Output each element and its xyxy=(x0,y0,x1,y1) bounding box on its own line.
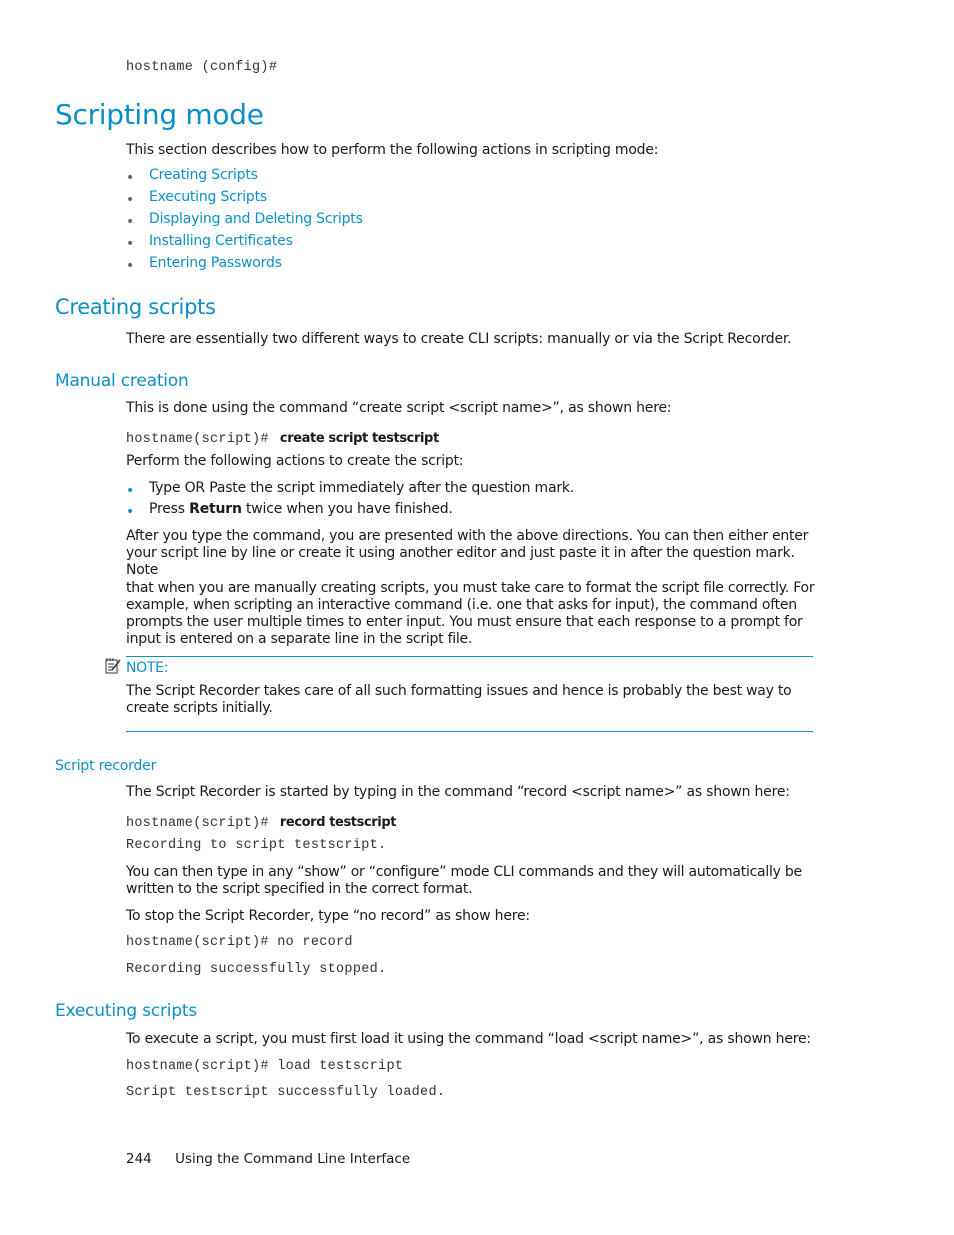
code-line-load: hostname(script)# load testscript xyxy=(126,1059,404,1074)
toc-item: • Displaying and Deleting Scripts xyxy=(126,211,363,230)
toc-item: • Entering Passwords xyxy=(126,255,282,274)
page-footer: 244 Using the Command Line Interface xyxy=(126,1151,410,1167)
recorder-intro: The Script Recorder is started by typing… xyxy=(126,784,790,800)
code-line-config-prompt: hostname (config)# xyxy=(126,60,278,75)
chapter-title: Using the Command Line Interface xyxy=(175,1151,411,1167)
bullet-icon: • xyxy=(126,214,135,230)
code-line-create-script: hostname(script)# create script testscri… xyxy=(126,427,439,447)
bullet-icon: • xyxy=(126,504,135,520)
step-text-pre: Press xyxy=(149,501,190,517)
toc-item: • Executing Scripts xyxy=(126,189,267,208)
toc-item: • Installing Certificates xyxy=(126,233,293,252)
steps-intro: Perform the following actions to create … xyxy=(126,453,464,469)
code-prompt: hostname(script)# xyxy=(126,432,269,447)
bullet-icon: • xyxy=(126,192,135,208)
paragraph-line: your script line by line or create it us… xyxy=(126,545,795,579)
note-top-rule xyxy=(126,656,813,657)
paragraph-line: input is entered on a separate line in t… xyxy=(126,631,473,648)
toc-link-creating-scripts[interactable]: Creating Scripts xyxy=(149,167,258,183)
code-output-stopped: Recording successfully stopped. xyxy=(126,962,387,977)
step-text: Press Return twice when you have finishe… xyxy=(149,501,453,517)
toc-item: • Creating Scripts xyxy=(126,167,258,186)
code-command: record testscript xyxy=(279,815,397,830)
paragraph-line: that when you are manually creating scri… xyxy=(126,579,815,596)
step-text-bold: Return xyxy=(189,501,242,517)
toc-link-entering-passwords[interactable]: Entering Passwords xyxy=(149,255,282,271)
executing-intro: To execute a script, you must first load… xyxy=(126,1031,811,1047)
toc-link-installing-certificates[interactable]: Installing Certificates xyxy=(149,233,293,249)
paragraph-line: example, when scripting an interactive c… xyxy=(126,596,797,613)
manual-paragraph: After you type the command, you are pres… xyxy=(126,528,826,648)
code-line-record: hostname(script)# record testscript xyxy=(126,811,396,831)
step-text-post: twice when you have finished. xyxy=(241,501,453,517)
paragraph-line: prompts the user multiple times to enter… xyxy=(126,614,803,631)
note-label: NOTE: xyxy=(126,660,169,676)
heading-creating-scripts: Creating scripts xyxy=(55,295,216,319)
toc-link-executing-scripts[interactable]: Executing Scripts xyxy=(149,189,267,205)
manual-intro: This is done using the command “create s… xyxy=(126,400,672,416)
bullet-icon: • xyxy=(126,170,135,186)
creating-intro: There are essentially two different ways… xyxy=(126,331,792,347)
paragraph-line: written to the script specified in the c… xyxy=(126,881,473,898)
page-title: Scripting mode xyxy=(55,98,264,131)
step-item: • Type OR Paste the script immediately a… xyxy=(126,480,574,499)
note-text: The Script Recorder takes care of all su… xyxy=(126,683,826,717)
paragraph-line: You can then type in any “show” or “conf… xyxy=(126,864,802,880)
code-line-no-record: hostname(script)# no record xyxy=(126,935,353,950)
note-line: The Script Recorder takes care of all su… xyxy=(126,683,792,699)
step-text: Type OR Paste the script immediately aft… xyxy=(149,480,575,496)
heading-executing-scripts: Executing scripts xyxy=(55,1001,198,1021)
step-item: • Press Return twice when you have finis… xyxy=(126,501,453,520)
toc-link-displaying-deleting[interactable]: Displaying and Deleting Scripts xyxy=(149,211,363,227)
intro-text: This section describes how to perform th… xyxy=(126,142,659,158)
paragraph-line: After you type the command, you are pres… xyxy=(126,528,809,544)
heading-manual-creation: Manual creation xyxy=(55,371,189,391)
bullet-icon: • xyxy=(126,483,135,499)
note-line: create scripts initially. xyxy=(126,700,273,717)
note-icon xyxy=(104,657,122,679)
code-output-recording: Recording to script testscript. xyxy=(126,838,387,853)
code-command: create script testscript xyxy=(279,431,439,446)
note-bottom-rule xyxy=(126,731,813,732)
bullet-icon: • xyxy=(126,236,135,252)
heading-script-recorder: Script recorder xyxy=(55,758,157,774)
code-prompt: hostname(script)# xyxy=(126,816,269,831)
page-number: 244 xyxy=(126,1151,152,1167)
stop-intro: To stop the Script Recorder, type “no re… xyxy=(126,908,530,924)
recorder-paragraph: You can then type in any “show” or “conf… xyxy=(126,864,826,898)
code-output-loaded: Script testscript successfully loaded. xyxy=(126,1085,446,1100)
bullet-icon: • xyxy=(126,258,135,274)
